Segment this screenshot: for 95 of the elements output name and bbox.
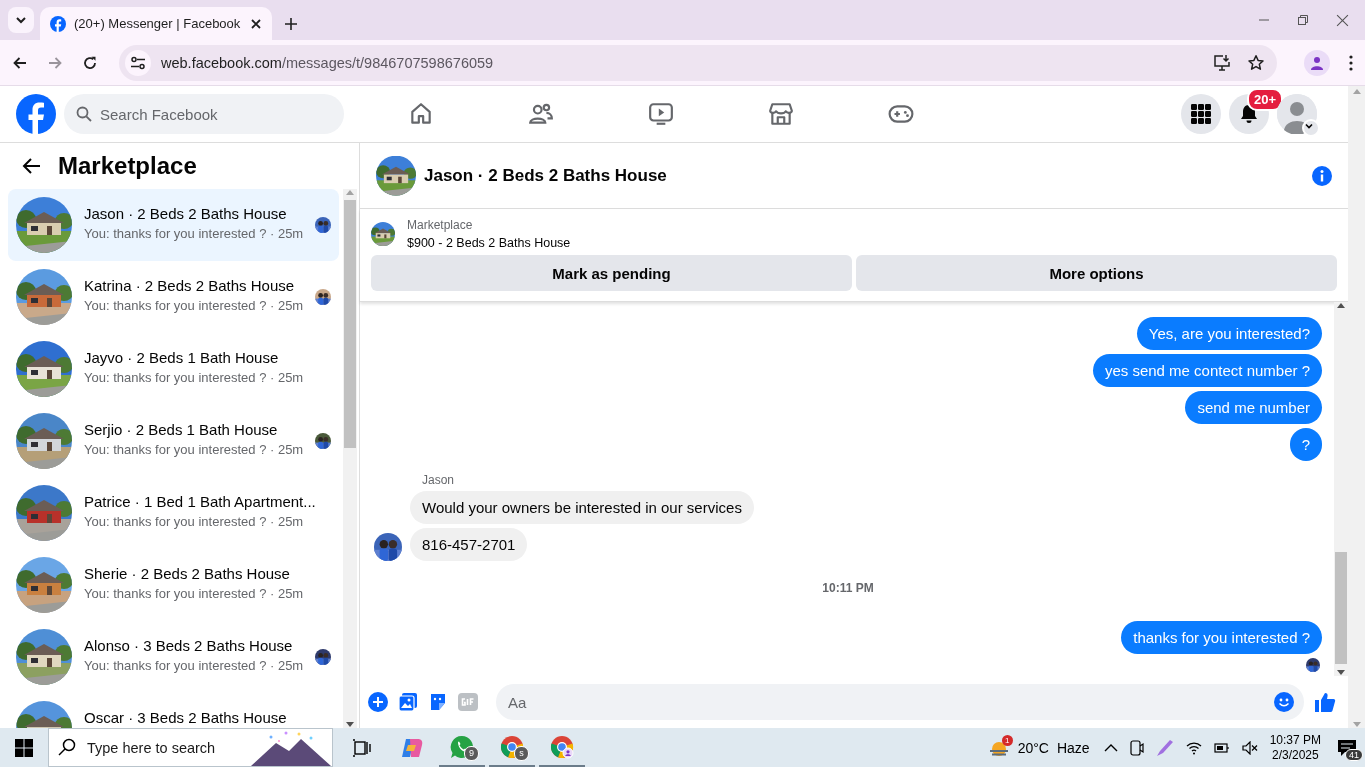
battery-icon[interactable] <box>1213 741 1230 754</box>
message-bubble: yes send me contect number ? <box>1092 354 1322 387</box>
conversation-item[interactable]: Sherie · 2 Beds 2 Baths House You: thanks for you interested ? · 25m <box>8 549 339 621</box>
chevron-down-icon <box>15 14 27 26</box>
message-preview: You: thanks for you interested ? · 25m <box>84 298 303 313</box>
pen-icon[interactable] <box>1155 738 1174 757</box>
profile-badge: s <box>514 746 529 761</box>
install-icon[interactable] <box>1213 53 1231 72</box>
action-button[interactable]: Mark as pending <box>371 255 852 291</box>
conversation-item[interactable]: Jayvo · 2 Beds 1 Bath House You: thanks for you interested ? · 25m <box>8 333 339 405</box>
account-button[interactable] <box>1277 94 1317 134</box>
reload-icon[interactable] <box>82 54 98 71</box>
clock-time: 10:37 PM <box>1269 732 1321 748</box>
message-preview: You: thanks for you interested ? · 25m <box>84 586 305 601</box>
facebook-logo[interactable] <box>16 94 56 134</box>
chevron-up-icon[interactable] <box>1103 742 1118 753</box>
emoji-icon[interactable] <box>1274 692 1294 712</box>
timestamp: 10:11 PM <box>822 581 874 595</box>
plus-icon[interactable] <box>284 17 298 31</box>
message-bubble: 816-457-2701 <box>410 528 528 561</box>
conversation-item[interactable]: Patrice · 1 Bed 1 Bath Apartment... You: thanks for you interested ? · 25m <box>8 477 339 549</box>
menu-button[interactable] <box>1181 94 1221 134</box>
image-icon[interactable] <box>398 692 418 712</box>
profile-button[interactable] <box>1304 49 1330 76</box>
conversation-title: Serjio · 2 Beds 1 Bath House <box>84 421 279 438</box>
conversation-title: Katrina · 2 Beds 2 Baths House <box>84 277 296 294</box>
home-icon[interactable] <box>408 101 434 127</box>
site-settings-icon <box>130 54 146 71</box>
task-view-icon[interactable] <box>352 738 372 757</box>
message-preview: You: thanks for you interested ? · 25m <box>84 514 305 529</box>
scroll-down-icon[interactable] <box>1337 670 1345 676</box>
conversation-title: Jayvo · 2 Beds 1 Bath House <box>84 349 280 366</box>
search-field[interactable]: Search Facebook <box>64 94 344 134</box>
conversation-item[interactable]: Katrina · 2 Beds 2 Baths House You: thanks for you interested ? · 25m <box>8 261 339 333</box>
message-input[interactable]: Aa <box>496 684 1304 720</box>
message-preview: You: thanks for you interested ? · 25m <box>84 442 303 457</box>
restore-icon[interactable] <box>1297 14 1309 26</box>
message-preview: You: thanks for you interested ? · 25m <box>84 370 305 385</box>
menu-icon[interactable] <box>1349 54 1353 71</box>
search-icon <box>58 738 76 756</box>
close-icon[interactable] <box>250 17 262 30</box>
conversation-item[interactable]: Jason · 2 Beds 2 Baths House You: thanks for you interested ? · 25m <box>8 189 339 261</box>
message-preview: You: thanks for you interested ? · 25m <box>84 658 303 673</box>
alert-count: 1 <box>1001 734 1013 746</box>
conversation-title: Alonso · 3 Beds 2 Baths House <box>84 637 294 654</box>
message-preview: You: thanks for you interested ? · 25m <box>84 226 303 241</box>
browser-tab[interactable]: (20+) Messenger | Facebook <box>40 7 272 40</box>
tab-search-button[interactable] <box>8 7 34 33</box>
friends-icon[interactable] <box>528 101 554 127</box>
address-bar[interactable]: web.facebook.com/messages/t/9846707598676059 <box>119 44 1277 81</box>
chrome-icon[interactable] <box>550 734 574 759</box>
unread-count: 9 <box>464 746 479 761</box>
scrollbar[interactable] <box>343 189 357 728</box>
sender-name: Jason <box>422 473 456 487</box>
clock-date: 2/3/2025 <box>1271 747 1319 763</box>
grid-icon <box>1191 104 1211 124</box>
chevron-down-icon <box>1304 121 1314 131</box>
listing-label: Marketplace <box>407 218 474 232</box>
store-icon[interactable] <box>768 101 794 127</box>
action-button[interactable]: More options <box>856 255 1337 291</box>
message-bubble: thanks for you interested ? <box>1121 621 1322 654</box>
plus-icon[interactable] <box>368 692 388 712</box>
message-bubble: Would your owners be interested in our services <box>410 491 754 524</box>
message-bubble: ? <box>1289 428 1322 461</box>
sticker-icon[interactable] <box>428 692 448 712</box>
panel-title: Marketplace <box>58 152 197 180</box>
muted-speaker-icon[interactable] <box>1241 740 1258 755</box>
info-icon[interactable] <box>1312 165 1332 186</box>
conversation-title: Oscar · 3 Beds 2 Baths House <box>84 709 288 726</box>
conversation-title: Sherie · 2 Beds 2 Baths House <box>84 565 291 582</box>
search-icon <box>76 106 92 122</box>
chat-title: Jason · 2 Beds 2 Baths House <box>424 165 668 186</box>
windows-icon[interactable] <box>15 738 33 757</box>
scrollbar-thumb[interactable] <box>344 200 356 448</box>
star-icon[interactable] <box>1247 53 1265 72</box>
copilot-icon[interactable] <box>400 736 424 759</box>
message-bubble: Yes, are you interested? <box>1136 317 1322 350</box>
scrollbar[interactable] <box>1334 302 1348 676</box>
camera-icon[interactable] <box>1129 739 1144 756</box>
scrollbar-thumb[interactable] <box>1335 552 1347 664</box>
back-icon[interactable] <box>22 156 42 176</box>
scroll-up-icon[interactable] <box>1337 302 1345 308</box>
facebook-icon <box>50 15 66 32</box>
conversation-item[interactable]: Alonso · 3 Beds 2 Baths House You: thanks for you interested ? · 25m <box>8 621 339 693</box>
listing-title: $900 - 2 Beds 2 Baths House <box>407 236 571 250</box>
message-bubble: send me number <box>1185 391 1322 424</box>
conversation-title: Patrice · 1 Bed 1 Bath Apartment... <box>84 493 317 510</box>
video-icon[interactable] <box>648 101 674 127</box>
person-icon <box>1310 55 1324 70</box>
weather-condition: Haze <box>1056 739 1090 756</box>
conversation-item[interactable]: Serjio · 2 Beds 1 Bath House You: thanks for you interested ? · 25m <box>8 405 339 477</box>
conversation-title: Jason · 2 Beds 2 Baths House <box>84 205 288 222</box>
wifi-icon[interactable] <box>1185 740 1202 755</box>
temperature: 20°C <box>1017 739 1049 756</box>
thumbs-up-icon[interactable] <box>1314 691 1336 713</box>
